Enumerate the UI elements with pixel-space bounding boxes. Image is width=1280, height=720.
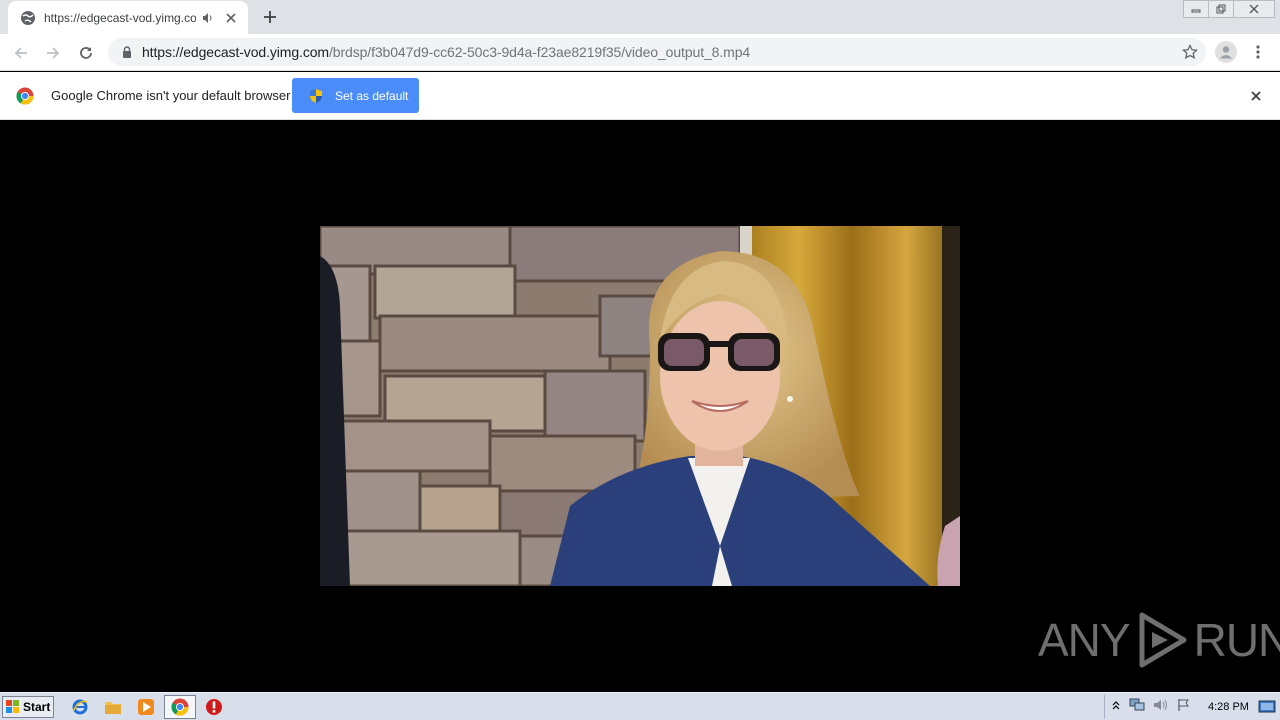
set-as-default-label: Set as default [335, 88, 409, 103]
bookmark-star-icon[interactable] [1182, 44, 1198, 60]
tab-strip: https://edgecast-vod.yimg.com/brdsp/f3b0… [0, 0, 1280, 34]
watermark-run: RUN [1193, 614, 1280, 666]
restore-button[interactable] [1208, 0, 1234, 18]
video-frame [320, 226, 960, 586]
windows-flag-icon [6, 700, 20, 714]
address-bar[interactable]: https://edgecast-vod.yimg.com/brdsp/f3b0… [108, 38, 1206, 66]
tray-expand-icon[interactable] [1111, 698, 1121, 716]
media-player-icon[interactable] [136, 697, 156, 717]
default-browser-infobar: Google Chrome isn't your default browser… [0, 72, 1280, 120]
start-button[interactable]: Start [2, 696, 54, 718]
play-logo-icon [1132, 610, 1192, 670]
url-text[interactable]: https://edgecast-vod.yimg.com/brdsp/f3b0… [142, 44, 750, 60]
show-desktop-icon[interactable] [1258, 699, 1276, 715]
back-button[interactable] [8, 40, 34, 66]
url-host: https://edgecast-vod.yimg.com [142, 44, 329, 60]
lock-icon[interactable] [120, 45, 134, 59]
browser-toolbar: https://edgecast-vod.yimg.com/brdsp/f3b0… [0, 34, 1280, 71]
globe-icon [20, 10, 36, 26]
internet-explorer-icon[interactable] [70, 697, 90, 717]
file-explorer-icon[interactable] [103, 697, 123, 717]
tab-title: https://edgecast-vod.yimg.com/brdsp/f3b0… [44, 10, 196, 25]
start-label: Start [23, 700, 51, 714]
browser-tab[interactable]: https://edgecast-vod.yimg.com/brdsp/f3b0… [8, 1, 248, 34]
kebab-menu-icon[interactable] [1250, 42, 1266, 62]
url-path: /brdsp/f3b047d9-cc62-50c3-9d4a-f23ae8219… [328, 44, 751, 60]
close-tab-icon[interactable] [222, 9, 240, 27]
reload-button[interactable] [73, 40, 99, 66]
forward-button[interactable] [40, 40, 66, 66]
video-player[interactable] [320, 226, 960, 586]
chrome-logo-icon [16, 87, 34, 105]
stop-sign-icon[interactable] [204, 697, 224, 717]
page-content: ANY RUN [0, 120, 1280, 692]
watermark-any: ANY [1038, 614, 1131, 666]
taskbar: Start 4:28 PM [0, 692, 1280, 720]
network-icon[interactable] [1129, 698, 1145, 717]
uac-shield-icon [308, 88, 324, 104]
speaker-icon[interactable] [200, 10, 216, 26]
close-window-button[interactable] [1233, 0, 1275, 18]
close-infobar-icon[interactable] [1248, 88, 1264, 104]
profile-avatar-icon[interactable] [1215, 41, 1237, 63]
infobar-message: Google Chrome isn't your default browser [51, 88, 291, 103]
volume-icon[interactable] [1153, 698, 1169, 717]
set-as-default-button[interactable]: Set as default [292, 78, 419, 113]
new-tab-button[interactable] [258, 6, 282, 28]
minimize-button[interactable] [1183, 0, 1209, 18]
action-center-flag-icon[interactable] [1177, 698, 1191, 717]
anyrun-watermark: ANY RUN [1038, 610, 1280, 670]
chrome-taskbar-icon[interactable] [164, 695, 196, 719]
clock[interactable]: 4:28 PM [1208, 701, 1249, 713]
